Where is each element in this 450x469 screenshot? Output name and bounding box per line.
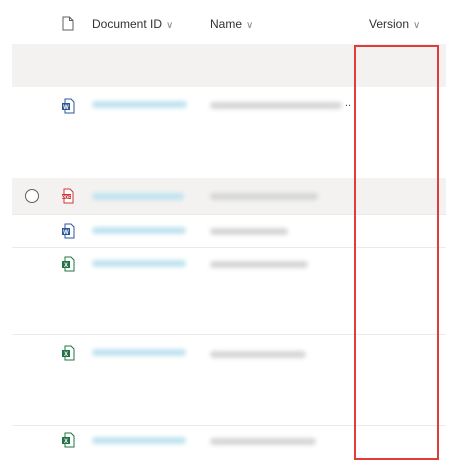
chevron-down-icon: ∨ [166,20,174,31]
excel-file-icon[interactable]: X [61,432,75,448]
name-value[interactable] [210,102,342,109]
column-header-label: Document ID [92,17,163,31]
document-id-value[interactable] [92,227,186,234]
column-header-version[interactable]: Version ∨ [369,17,420,31]
document-id-value[interactable] [92,260,186,267]
chevron-down-icon: ∨ [413,20,421,31]
document-id-value[interactable] [92,193,184,200]
pdf-file-icon[interactable]: PDF [61,188,75,204]
name-value[interactable] [210,261,308,268]
column-header-label: Name [210,17,243,31]
svg-text:X: X [64,439,68,445]
excel-file-icon[interactable]: X [61,256,75,272]
name-value[interactable] [210,438,316,445]
column-header-document-id[interactable]: Document ID ∨ [92,17,173,31]
svg-text:W: W [63,230,69,236]
svg-text:PDF: PDF [62,194,71,199]
document-id-value[interactable] [92,101,187,108]
document-id-value[interactable] [92,349,186,356]
word-file-icon[interactable]: W [61,223,75,239]
column-header-name[interactable]: Name ∨ [210,17,253,31]
column-header-label: Version [369,17,410,31]
excel-file-icon[interactable]: X [61,345,75,361]
svg-text:X: X [64,352,68,358]
truncation-ellipsis: .. [345,97,352,109]
version-column-highlight [354,45,439,460]
list-header: Document ID ∨ Name ∨ Version ∨ [0,0,450,44]
document-id-value[interactable] [92,437,186,444]
file-icon[interactable] [62,16,74,31]
word-file-icon[interactable]: W [61,98,75,114]
svg-text:X: X [64,263,68,269]
name-value[interactable] [210,193,318,200]
radio-circle-icon[interactable] [25,189,39,203]
name-value[interactable] [210,351,306,358]
name-value[interactable] [210,228,288,235]
svg-text:W: W [63,105,69,111]
chevron-down-icon: ∨ [246,20,254,31]
